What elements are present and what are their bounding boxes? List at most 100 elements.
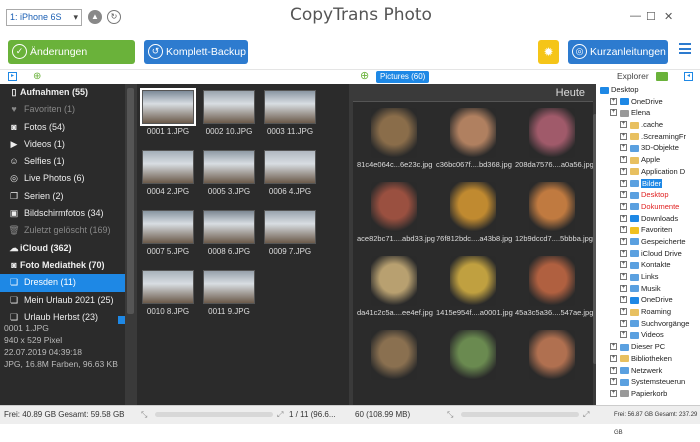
picture-thumbnail[interactable]: 45a3c5a36....547ae.jpg [515,256,593,320]
sidebar-item[interactable]: ❏ Dresden (11) [0,274,125,292]
pin-icon[interactable] [118,316,125,324]
collapse-right-icon[interactable]: ◂ [684,72,693,81]
explorer-tree-item[interactable]: + Links [596,271,700,283]
explorer-tree-item[interactable]: + .ScreamingFr [596,131,700,143]
pictures-pill[interactable]: Pictures (60) [376,71,430,83]
expand-icon[interactable]: + [620,132,627,140]
expand-icon[interactable]: + [620,331,627,339]
lightbulb-icon[interactable]: ✹ [538,40,559,64]
quick-guides-button[interactable]: ◎ Kurzanleitungen [568,40,668,64]
sidebar-scrollbar[interactable] [125,84,137,405]
device-select[interactable]: 1: iPhone 6S ▾ [6,9,82,26]
sidebar-item[interactable]: ◙ Foto Mediathek (70) [0,257,125,274]
expand-icon[interactable]: + [620,237,627,245]
album-thumbnail[interactable]: 0009 7.JPG [261,210,319,272]
expand-icon[interactable]: + [620,167,627,175]
minimize-icon[interactable]: — [630,10,641,22]
explorer-tree-item[interactable]: +3D-Objekte [596,142,700,154]
expand-icon[interactable]: + [620,261,627,269]
explorer-tree-item[interactable]: + Downloads [596,213,700,225]
expand-icon[interactable]: + [610,354,617,362]
expand-icon[interactable]: + [620,284,627,292]
explorer-tree-item[interactable]: + Bilder [596,178,700,190]
explorer-tree-item[interactable]: + Roaming [596,306,700,318]
album-thumbnail[interactable]: 0008 6.JPG [200,210,258,272]
explorer-tree-item[interactable]: + Favoriten [596,224,700,236]
collapse-left-icon[interactable]: ▸ [8,72,17,81]
expand-icon[interactable]: ⤢ [583,406,589,424]
expand-icon[interactable]: + [620,179,627,187]
picture-thumbnail[interactable] [515,330,589,394]
sidebar-item[interactable]: ▶ Videos (1) [0,136,125,153]
picture-thumbnail[interactable]: 81c4e064c...6e23c.jpg [357,108,432,172]
explorer-tree-item[interactable]: Desktop [596,84,700,96]
picture-thumbnail[interactable] [436,330,510,394]
expand-icon[interactable]: + [620,319,627,327]
expand-icon[interactable]: + [620,249,627,257]
expand-icon[interactable]: + [610,97,617,105]
expand-icon[interactable]: + [610,109,617,117]
sidebar-scroll-thumb[interactable] [127,88,134,314]
sidebar-item[interactable]: ▣ Bildschirmfotos (34) [0,205,125,222]
maximize-icon[interactable]: ☐ [646,10,656,23]
save-changes-button[interactable]: ✓ Änderungen speichern [8,40,135,82]
sidebar-item[interactable]: ◎ Live Photos (6) [0,170,125,187]
expand-icon[interactable]: + [620,191,627,199]
picture-thumbnail[interactable]: 1415e954f....a0001.jpg [436,256,513,320]
picture-thumbnail[interactable] [357,330,431,394]
explorer-tree-item[interactable]: + Kontakte [596,259,700,271]
album-thumbnail[interactable]: 0004 2.JPG [139,150,197,212]
picture-thumbnail[interactable]: 208da7576....a0a56.jpg [515,108,593,172]
explorer-tree-item[interactable]: + Dokumente [596,201,700,213]
expand-icon[interactable]: + [620,156,627,164]
album-thumbnail[interactable]: 0006 4.JPG [261,150,319,212]
album-thumbnail[interactable]: 0010 8.JPG [139,270,197,332]
sidebar-item[interactable]: ❏ Mein Urlaub 2021 (25) [0,292,125,309]
zoom-slider[interactable] [155,412,273,417]
shrink-icon[interactable]: ⤡ [141,406,147,424]
hamburger-menu-icon[interactable] [679,43,691,54]
folder-icon[interactable] [656,72,668,81]
explorer-tree-item[interactable]: + .cache [596,119,700,131]
album-thumbnail[interactable]: 0011 9.JPG [200,270,258,332]
add-album-icon[interactable]: ⊕ [33,71,44,82]
expand-icon[interactable]: + [620,202,627,210]
sidebar-item[interactable]: ❐ Serien (2) [0,188,125,205]
sidebar-item[interactable]: ◙ Fotos (54) [0,119,125,136]
sidebar-item[interactable]: ☁ iCloud (362) [0,240,125,257]
explorer-tree-item[interactable]: + Desktop [596,189,700,201]
explorer-tree-item[interactable]: + iCloud Drive [596,248,700,260]
expand-icon[interactable]: + [620,273,627,280]
explorer-tree-item[interactable]: + Suchvorgänge [596,318,700,330]
refresh-icon[interactable]: ↻ [107,10,121,24]
picture-thumbnail[interactable]: c36bc067f....bd368.jpg [436,108,512,172]
expand-icon[interactable]: + [610,366,617,374]
explorer-tree-item[interactable]: + Application D [596,166,700,178]
picture-thumbnail[interactable]: 76f812bdc....a43b8.jpg [436,182,512,246]
picture-thumbnail[interactable]: ace82bc71....abd33.jpg [357,182,435,246]
explorer-tree-item[interactable]: + Videos [596,329,700,341]
expand-icon[interactable]: + [620,144,627,152]
close-icon[interactable]: ✕ [664,10,673,23]
expand-icon[interactable]: ⤢ [277,406,283,424]
album-thumbnail[interactable]: 0007 5.JPG [139,210,197,272]
explorer-tree-item[interactable]: + Dieser PC [596,341,700,353]
album-thumbnail[interactable]: 0001 1.JPG [139,88,197,152]
full-backup-button[interactable]: ↺ Komplett-Backup [144,40,248,64]
explorer-tree-item[interactable]: + Systemsteuerun [596,376,700,388]
explorer-tree-item[interactable]: + Papierkorb [596,388,700,400]
explorer-tree-item[interactable]: + OneDrive [596,294,700,306]
sidebar-item[interactable]: ♥ Favoriten (1) [0,101,125,118]
album-thumbnail[interactable]: 0005 3.JPG [200,150,258,212]
pictures-zoom-slider[interactable] [461,412,579,417]
expand-icon[interactable]: + [620,121,627,129]
picture-thumbnail[interactable]: 12b9dccd7....5bbba.jpg [515,182,593,246]
picture-thumbnail[interactable]: da41c2c5a....ee4ef.jpg [357,256,433,320]
expand-icon[interactable]: + [620,296,627,304]
explorer-tree-item[interactable]: + Gespeicherte [596,236,700,248]
sidebar-item[interactable]: 🗑 Zuletzt gelöscht (169) [0,222,125,239]
explorer-tree-item[interactable]: + Netzwerk [596,365,700,377]
explorer-tree-item[interactable]: + Musik [596,283,700,295]
sidebar-item[interactable]: ☺ Selfies (1) [0,153,125,170]
expand-icon[interactable]: + [610,343,617,351]
